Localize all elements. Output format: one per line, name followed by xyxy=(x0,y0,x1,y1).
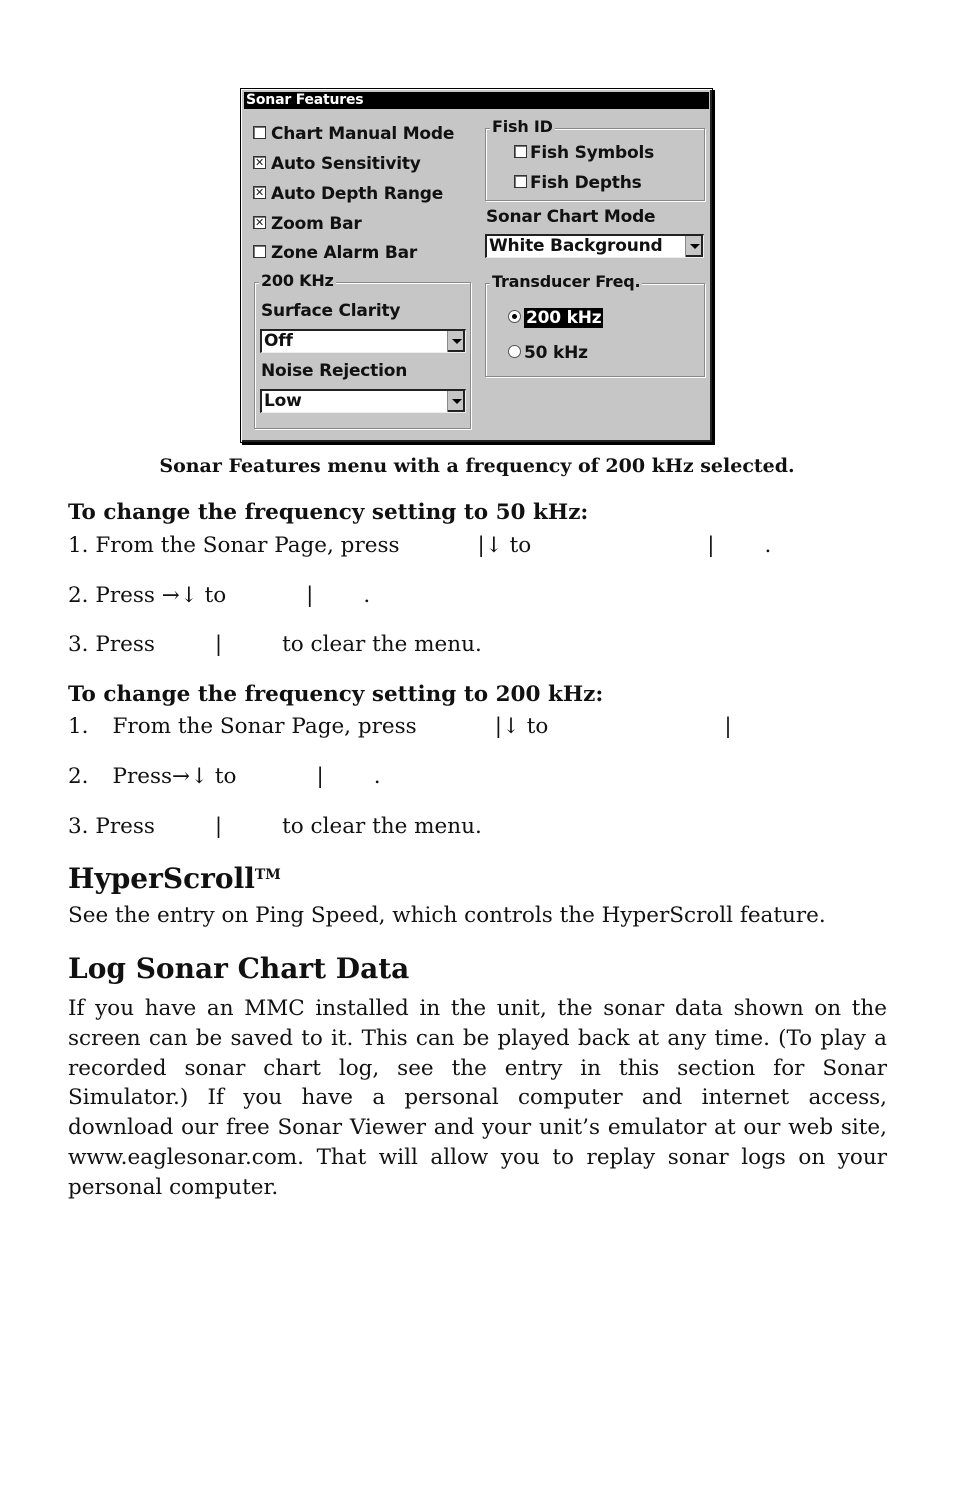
heading-200khz: To change the frequency setting to 200 k… xyxy=(68,682,604,707)
select-value: Off xyxy=(264,331,293,351)
step-text: |↓ to xyxy=(477,533,532,558)
checkbox-checked-icon: ✕ xyxy=(253,155,266,169)
step-text: to clear the menu. xyxy=(282,814,482,839)
step-text: . xyxy=(764,533,772,558)
checkbox-label: Zoom Bar xyxy=(271,214,362,234)
step-text: 3. Press xyxy=(68,632,155,657)
heading-log-sonar-chart-data: Log Sonar Chart Data xyxy=(68,952,410,985)
dialog-title: Sonar Features xyxy=(244,92,709,109)
radio-label: 200 kHz xyxy=(524,308,604,328)
group-transducer-freq: Transducer Freq. 200 kHz 50 kHz xyxy=(485,272,705,377)
step-number: 2. xyxy=(68,764,89,789)
step-200-1: 1. From the Sonar Page, press |↓ to | xyxy=(68,714,732,739)
checkbox-label: Zone Alarm Bar xyxy=(271,243,418,263)
sonar-chart-mode-select[interactable]: White Background xyxy=(485,234,704,258)
step-50-2: 2. Press →↓ to |. xyxy=(68,583,370,608)
trademark-symbol: TM xyxy=(254,867,281,883)
checkbox-auto-sensitivity[interactable]: ✕ Auto Sensitivity xyxy=(253,154,421,174)
step-text: | xyxy=(214,632,223,657)
checkbox-label: Auto Depth Range xyxy=(271,184,444,204)
group-200khz: 200 KHz Surface Clarity Off Noise Reject… xyxy=(254,271,471,429)
radio-label: 50 kHz xyxy=(524,343,588,363)
checkbox-unchecked-icon xyxy=(514,174,527,188)
group-fish-id: Fish ID Fish Symbols Fish Depths xyxy=(485,117,705,201)
step-text: . xyxy=(373,764,381,789)
step-50-3: 3. Press | to clear the menu. xyxy=(68,632,482,657)
checkbox-zone-alarm-bar[interactable]: Zone Alarm Bar xyxy=(253,243,417,263)
step-text: |↓ to xyxy=(494,714,549,739)
step-text: From the Sonar Page, press xyxy=(112,714,417,739)
radio-selected-icon xyxy=(508,309,521,323)
step-text: | xyxy=(306,583,314,608)
dropdown-arrow-icon[interactable] xyxy=(685,236,703,257)
step-50-1: 1. From the Sonar Page, press |↓ to |. xyxy=(68,533,771,558)
step-text: 1. From the Sonar Page, press xyxy=(68,533,400,558)
checkbox-label: Fish Symbols xyxy=(530,143,655,163)
checkbox-label: Auto Sensitivity xyxy=(271,154,421,174)
checkbox-fish-symbols[interactable]: Fish Symbols xyxy=(514,143,654,163)
checkbox-label: Fish Depths xyxy=(530,173,642,193)
checkbox-label: Chart Manual Mode xyxy=(271,124,455,144)
group-label: 200 KHz xyxy=(259,271,336,290)
figure-caption: Sonar Features menu with a frequency of … xyxy=(159,455,795,477)
heading-50khz: To change the frequency setting to 50 kH… xyxy=(68,500,589,525)
select-value: Low xyxy=(264,391,302,411)
noise-rejection-label: Noise Rejection xyxy=(261,361,408,381)
radio-50khz[interactable]: 50 kHz xyxy=(508,343,588,363)
step-text: 3. Press xyxy=(68,814,155,839)
heading-text: HyperScroll xyxy=(68,862,255,895)
step-text: . xyxy=(363,583,371,608)
sonar-chart-mode-label: Sonar Chart Mode xyxy=(486,207,656,227)
step-text: Press→↓ to xyxy=(112,764,237,789)
radio-unselected-icon xyxy=(508,344,521,358)
checkbox-fish-depths[interactable]: Fish Depths xyxy=(514,173,642,193)
step-text: | xyxy=(707,533,715,558)
log-sonar-body: If you have an MMC installed in the unit… xyxy=(68,996,887,1200)
sonar-features-dialog: Sonar Features Chart Manual Mode ✕ Auto S… xyxy=(240,88,713,443)
step-number: 1. xyxy=(68,714,89,739)
group-label: Fish ID xyxy=(490,117,555,136)
checkbox-checked-icon: ✕ xyxy=(253,215,266,229)
surface-clarity-label: Surface Clarity xyxy=(261,301,401,321)
checkbox-unchecked-icon xyxy=(253,244,266,258)
hyperscroll-body: See the entry on Ping Speed, which contr… xyxy=(68,903,826,928)
step-text: | xyxy=(724,714,732,739)
select-value: White Background xyxy=(489,236,663,256)
step-text: | xyxy=(214,814,223,839)
step-text: 2. Press →↓ to xyxy=(68,583,227,608)
checkbox-chart-manual-mode[interactable]: Chart Manual Mode xyxy=(253,124,454,144)
checkbox-unchecked-icon xyxy=(253,125,266,139)
radio-200khz[interactable]: 200 kHz xyxy=(508,308,604,328)
surface-clarity-select[interactable]: Off xyxy=(260,329,466,353)
checkbox-checked-icon: ✕ xyxy=(253,185,266,199)
heading-hyperscroll: HyperScrollTM xyxy=(68,862,281,895)
dropdown-arrow-icon[interactable] xyxy=(447,331,465,352)
step-text: | xyxy=(316,764,324,789)
dropdown-arrow-icon[interactable] xyxy=(447,391,465,412)
step-200-2: 2. Press→↓ to |. xyxy=(68,764,381,789)
checkbox-unchecked-icon xyxy=(514,144,527,158)
checkbox-auto-depth-range[interactable]: ✕ Auto Depth Range xyxy=(253,184,443,204)
noise-rejection-select[interactable]: Low xyxy=(260,389,466,413)
group-label: Transducer Freq. xyxy=(490,272,643,291)
step-text: to clear the menu. xyxy=(282,632,482,657)
checkbox-zoom-bar[interactable]: ✕ Zoom Bar xyxy=(253,214,362,234)
step-200-3: 3. Press | to clear the menu. xyxy=(68,814,482,839)
